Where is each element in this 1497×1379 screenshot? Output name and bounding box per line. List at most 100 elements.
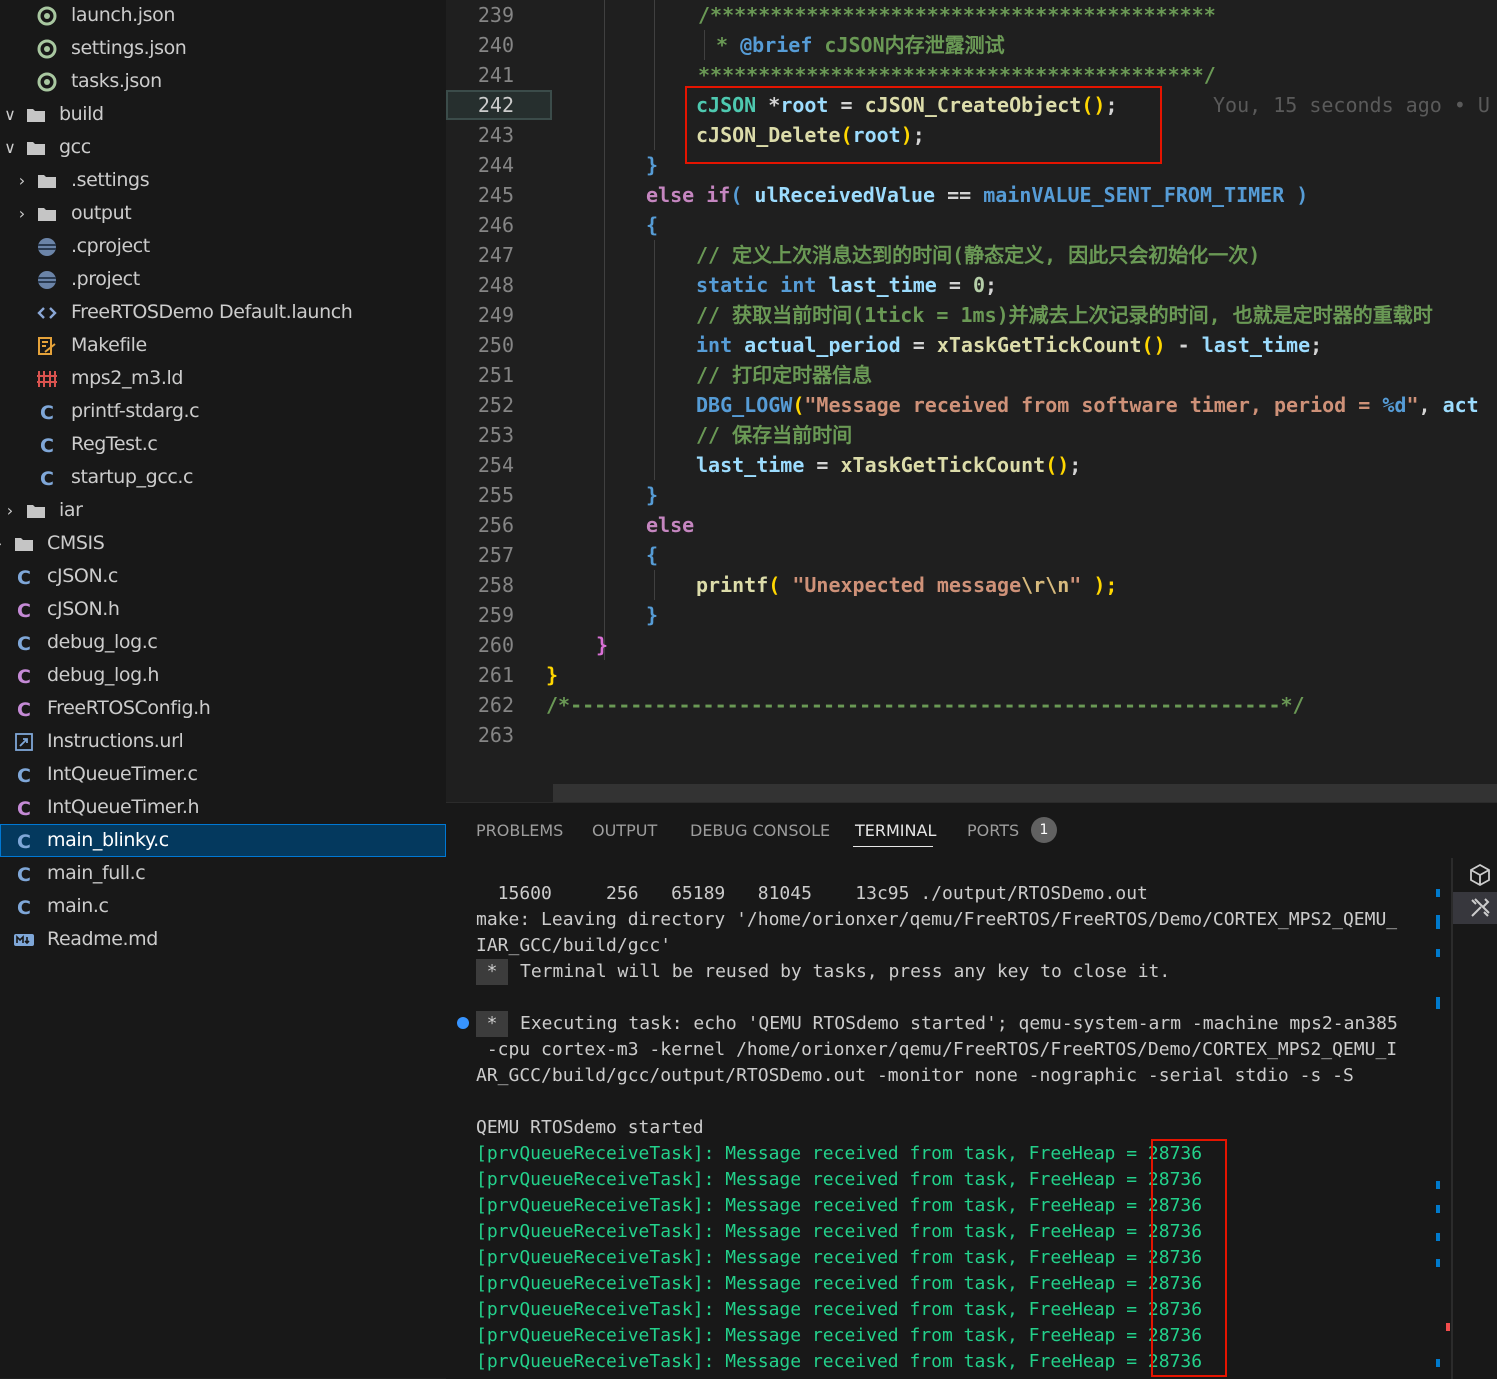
- code-line[interactable]: int actual_period = xTaskGetTickCount() …: [696, 330, 1322, 360]
- line-number: 239: [477, 3, 514, 27]
- line-number: 250: [477, 333, 514, 357]
- chevron-right-icon[interactable]: ›: [14, 197, 30, 230]
- c-file-icon: C: [13, 632, 35, 654]
- code-token: %d: [1382, 393, 1407, 417]
- explorer-item[interactable]: settings.json: [0, 32, 446, 65]
- code-line[interactable]: * @brief cJSON内存泄露测试: [704, 30, 1005, 60]
- explorer-item[interactable]: › output: [0, 197, 446, 230]
- explorer-item[interactable]: Cprintf-stdarg.c: [0, 395, 446, 428]
- explorer-item[interactable]: Cmain_blinky.c: [0, 824, 446, 857]
- code-line[interactable]: }: [546, 660, 558, 690]
- explorer-item[interactable]: .cproject: [0, 230, 446, 263]
- code-line[interactable]: printf( "Unexpected message\r\n" );: [696, 570, 1117, 600]
- h-file-icon: C: [13, 599, 35, 621]
- explorer-item-label: Makefile: [71, 334, 147, 356]
- chevron-right-icon[interactable]: ›: [14, 164, 30, 197]
- explorer-item[interactable]: C IntQueueTimer.c: [0, 758, 446, 791]
- code-line[interactable]: // 保存当前时间: [696, 420, 852, 450]
- code-line[interactable]: static int last_time = 0;: [696, 270, 997, 300]
- explorer-item-label: IntQueueTimer.h: [47, 796, 200, 818]
- code-line[interactable]: /***************************************…: [698, 0, 1216, 30]
- message-text: [prvQueueReceiveTask]: Message received …: [476, 1195, 1148, 1216]
- tab-debug-console[interactable]: DEBUG CONSOLE: [690, 821, 830, 840]
- explorer-item[interactable]: Makefile: [0, 329, 446, 362]
- explorer-item[interactable]: ∨ build: [0, 98, 446, 131]
- chevron-down-icon[interactable]: ∨: [2, 98, 18, 131]
- tab-problems[interactable]: PROBLEMS: [476, 821, 563, 840]
- svg-text:C: C: [17, 831, 31, 852]
- explorer-item[interactable]: CcJSON.h: [0, 593, 446, 626]
- chevron-right-icon[interactable]: ›: [0, 527, 7, 560]
- c-file-icon: C: [13, 566, 35, 588]
- c-file-icon: C: [13, 863, 35, 885]
- c-file-icon: C: [36, 401, 58, 423]
- tools-icon[interactable]: [1467, 895, 1493, 921]
- explorer-item[interactable]: › CMSIS: [0, 527, 446, 560]
- explorer-item[interactable]: CcJSON.c: [0, 560, 446, 593]
- code-line[interactable]: // 获取当前时间(1tick = 1ms)并减去上次记录的时间, 也就是定时器…: [696, 300, 1433, 330]
- folder-icon: [36, 203, 58, 225]
- explorer-item[interactable]: Cstartup_gcc.c: [0, 461, 446, 494]
- code-line[interactable]: }: [646, 480, 658, 510]
- ports-count-badge: 1: [1031, 817, 1057, 843]
- explorer-item[interactable]: › iar: [0, 494, 446, 527]
- code-line[interactable]: {: [646, 540, 658, 570]
- explorer-item[interactable]: Cdebug_log.c: [0, 626, 446, 659]
- folder-icon: [25, 104, 47, 126]
- task-star-badge: *: [476, 959, 508, 985]
- explorer-item-label: main.c: [47, 895, 109, 917]
- code-editor[interactable]: 239 240 241 242 243 244 245 246 247 248 249 250 251 2…: [446, 0, 1497, 802]
- terminal-message-line: [prvQueueReceiveTask]: Message received …: [476, 1141, 1202, 1167]
- line-number: 242: [477, 93, 514, 117]
- line-number: 263: [477, 723, 514, 747]
- code-line[interactable]: DBG_LOGW("Message received from software…: [696, 390, 1479, 420]
- h-file-icon: C: [13, 698, 35, 720]
- terminal-line: 15600 256 65189 81045 13c95 ./output/RTO…: [476, 883, 1148, 904]
- svg-text:C: C: [17, 600, 31, 621]
- tab-ports[interactable]: PORTS: [967, 821, 1019, 840]
- chevron-down-icon[interactable]: ∨: [2, 131, 18, 164]
- project-icon: [36, 236, 58, 258]
- svg-text:C: C: [17, 798, 31, 819]
- code-line[interactable]: /*--------------------------------------…: [546, 690, 1305, 720]
- explorer-item[interactable]: tasks.json: [0, 65, 446, 98]
- explorer-item[interactable]: Cmain.c: [0, 890, 446, 923]
- explorer-item[interactable]: .project: [0, 263, 446, 296]
- code-line[interactable]: // 定义上次消息达到的时间(静态定义, 因此只会初始化一次): [696, 240, 1260, 270]
- explorer-item[interactable]: Readme.md: [0, 923, 446, 956]
- code-line[interactable]: last_time = xTaskGetTickCount();: [696, 450, 1081, 480]
- explorer-item-label: build: [59, 103, 104, 125]
- explorer-item[interactable]: mps2_m3.ld: [0, 362, 446, 395]
- explorer-item[interactable]: Instructions.url: [0, 725, 446, 758]
- explorer-item[interactable]: › .settings: [0, 164, 446, 197]
- code-line[interactable]: // 打印定时器信息: [696, 360, 872, 390]
- scrollbar-marker: [1436, 915, 1440, 929]
- code-line[interactable]: {: [646, 210, 658, 240]
- terminal-cube-icon[interactable]: [1467, 862, 1493, 888]
- terminal-message-line: [prvQueueReceiveTask]: Message received …: [476, 1245, 1202, 1271]
- tab-terminal[interactable]: TERMINAL: [855, 821, 936, 840]
- explorer-item[interactable]: C IntQueueTimer.h: [0, 791, 446, 824]
- explorer-item[interactable]: C RegTest.c: [0, 428, 446, 461]
- explorer-item[interactable]: FreeRTOSDemo Default.launch: [0, 296, 446, 329]
- scrollbar-marker: [1436, 1205, 1440, 1213]
- explorer-item-label: output: [71, 202, 132, 224]
- code-token: ==: [935, 183, 984, 207]
- explorer-item[interactable]: Cmain_full.c: [0, 857, 446, 890]
- explorer-item[interactable]: ∨ gcc: [0, 131, 446, 164]
- json-icon: [36, 5, 58, 27]
- command-decoration-icon[interactable]: [457, 1017, 469, 1029]
- horizontal-scrollbar[interactable]: [553, 784, 1497, 802]
- code-line[interactable]: }: [646, 600, 658, 630]
- explorer-item[interactable]: Cdebug_log.h: [0, 659, 446, 692]
- explorer-item-label: startup_gcc.c: [71, 466, 194, 488]
- tab-output[interactable]: OUTPUT: [592, 821, 657, 840]
- code-line[interactable]: else: [646, 510, 694, 540]
- code-line[interactable]: }: [646, 150, 658, 180]
- chevron-right-icon[interactable]: ›: [2, 494, 18, 527]
- code-line[interactable]: else if( ulReceivedValue == mainVALUE_SE…: [646, 180, 1308, 210]
- explorer-item[interactable]: launch.json: [0, 0, 446, 32]
- code-line[interactable]: }: [596, 630, 608, 660]
- explorer-item[interactable]: C FreeRTOSConfig.h: [0, 692, 446, 725]
